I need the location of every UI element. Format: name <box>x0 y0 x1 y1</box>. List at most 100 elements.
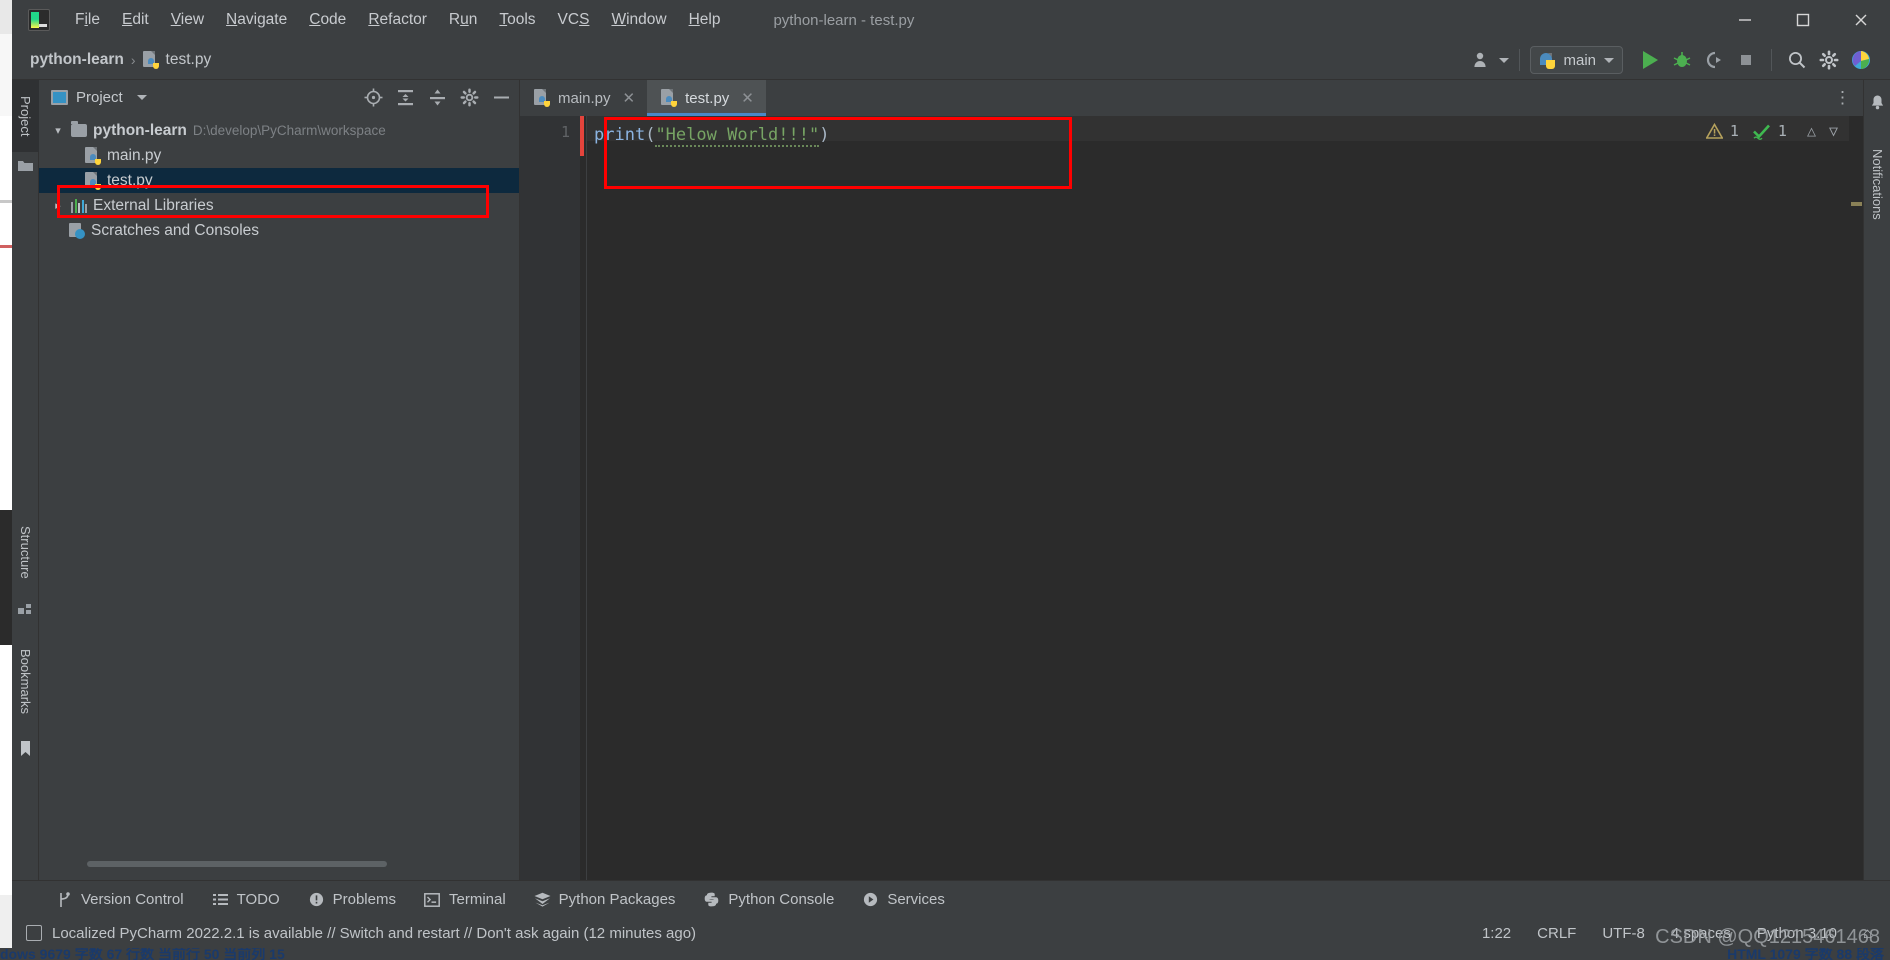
sidebar-item-notifications[interactable]: Notifications <box>1864 120 1890 248</box>
bottom-item-label: Python Console <box>728 891 835 908</box>
panel-settings-gear-icon[interactable] <box>458 86 480 108</box>
python-icon <box>1539 51 1556 69</box>
bottom-item-services[interactable]: Services <box>848 891 959 908</box>
breadcrumb-project[interactable]: python-learn <box>30 51 124 69</box>
collapse-all-icon[interactable] <box>426 86 448 108</box>
chevron-down-icon[interactable] <box>1604 57 1614 63</box>
chevron-up-icon[interactable]: △ <box>1804 122 1819 140</box>
menu-item-edit[interactable]: Edit <box>111 7 160 33</box>
editor-marker-bar[interactable] <box>1849 116 1863 880</box>
colored-sphere-icon[interactable] <box>1846 45 1876 75</box>
project-window-icon <box>51 89 68 105</box>
python-file-icon <box>142 50 159 69</box>
run-configuration-selector[interactable]: main <box>1530 46 1623 74</box>
user-account-icon[interactable] <box>1467 45 1497 75</box>
cut-off-left-text: dows 9679 字数 67 行数 当前行 50 当前列 15 <box>0 948 285 960</box>
file-encoding[interactable]: UTF-8 <box>1602 925 1645 942</box>
bottom-item-python-packages[interactable]: Python Packages <box>520 891 690 908</box>
run-with-coverage-button[interactable] <box>1699 45 1729 75</box>
right-tool-strip: Notifications <box>1863 80 1890 880</box>
main-menu: File Edit View Navigate Code Refactor Ru… <box>64 7 731 33</box>
gear-icon[interactable] <box>1814 45 1844 75</box>
close-icon[interactable]: ✕ <box>741 89 754 107</box>
close-icon[interactable]: ✕ <box>623 89 636 107</box>
watermark: CSDN @QQ1215461468 <box>1655 926 1880 948</box>
project-panel-horizontal-scrollbar[interactable] <box>87 861 387 867</box>
bottom-item-problems[interactable]: Problems <box>294 891 410 908</box>
maximize-icon[interactable] <box>1774 0 1832 40</box>
python-file-icon <box>661 89 678 107</box>
minimize-icon[interactable] <box>1716 0 1774 40</box>
warning-marker[interactable] <box>1851 202 1862 206</box>
tree-row-main-py[interactable]: main.py <box>39 143 520 168</box>
sidebar-item-structure[interactable]: Structure <box>12 510 39 594</box>
tree-label: test.py <box>107 171 153 189</box>
line-number-gutter: 1 <box>520 116 580 880</box>
menu-item-refactor[interactable]: Refactor <box>357 7 438 33</box>
tab-main-py[interactable]: main.py ✕ <box>520 80 647 116</box>
sidebar-item-bookmarks[interactable]: Bookmarks <box>12 632 39 732</box>
search-icon[interactable] <box>1782 45 1812 75</box>
cut-off-right-text: HTML 1079 字数 88 段落 <box>1727 948 1884 960</box>
close-icon[interactable] <box>1832 0 1890 40</box>
status-message[interactable]: Localized PyCharm 2022.2.1 is available … <box>52 925 696 942</box>
minus-icon[interactable] <box>490 86 512 108</box>
project-panel-header: Project <box>39 80 520 114</box>
menu-item-help[interactable]: Help <box>678 7 732 33</box>
project-tool-window: Project ▾ python-learn D:\develop\PyChar… <box>39 80 520 880</box>
chevron-down-icon[interactable]: ▾ <box>51 124 65 137</box>
libraries-icon <box>71 198 87 213</box>
tree-row-test-py[interactable]: test.py <box>39 168 520 193</box>
tree-row-external-libraries[interactable]: ▸ External Libraries <box>39 193 520 218</box>
list-icon <box>212 891 229 908</box>
stop-button[interactable] <box>1731 45 1761 75</box>
chevron-down-icon[interactable]: ▽ <box>1826 122 1841 140</box>
bottom-item-python-console[interactable]: Python Console <box>689 891 848 908</box>
menu-item-navigate[interactable]: Navigate <box>215 7 298 33</box>
menu-item-vcs[interactable]: VCS <box>547 7 601 33</box>
menu-item-tools[interactable]: Tools <box>488 7 546 33</box>
bottom-item-todo[interactable]: TODO <box>198 891 294 908</box>
bottom-item-terminal[interactable]: Terminal <box>410 891 520 908</box>
caret-position[interactable]: 1:22 <box>1482 925 1511 942</box>
account-chevron-down-icon[interactable] <box>1499 57 1510 63</box>
editor-area: main.py ✕ test.py ✕ ⋮ 1 print("Helow Wor… <box>520 80 1863 880</box>
tab-label: test.py <box>685 89 730 107</box>
line-separator[interactable]: CRLF <box>1537 925 1576 942</box>
target-crosshair-icon[interactable] <box>362 86 384 108</box>
debug-button[interactable] <box>1667 45 1697 75</box>
code-paren-open: ( <box>645 125 656 145</box>
menu-item-code[interactable]: Code <box>298 7 357 33</box>
python-icon <box>703 891 720 908</box>
menu-item-view[interactable]: View <box>160 7 215 33</box>
breadcrumb-separator: › <box>130 51 136 68</box>
editor-body[interactable]: 1 print("Helow World!!!") 1 1 △ ▽ <box>520 116 1863 880</box>
message-icon[interactable] <box>26 925 42 941</box>
structure-icon <box>17 600 34 617</box>
tree-row-python-learn[interactable]: ▾ python-learn D:\develop\PyCharm\worksp… <box>39 118 520 143</box>
tree-label: main.py <box>107 146 162 164</box>
bottom-item-label: Version Control <box>81 891 184 908</box>
warning-count: 1 <box>1729 122 1739 140</box>
gutter-separator <box>586 116 587 880</box>
expand-all-icon[interactable] <box>394 86 416 108</box>
modified-line-marker <box>580 116 584 156</box>
chevron-right-icon[interactable]: ▸ <box>51 199 65 212</box>
more-vertical-icon[interactable]: ⋮ <box>1834 80 1863 116</box>
code-line-1[interactable]: print("Helow World!!!") <box>594 123 829 148</box>
inspection-widget[interactable]: 1 1 △ ▽ <box>1705 122 1841 140</box>
menu-item-window[interactable]: Window <box>600 7 677 33</box>
python-file-icon <box>85 171 101 190</box>
breadcrumb-file[interactable]: test.py <box>166 51 212 69</box>
chevron-down-icon[interactable] <box>136 94 147 100</box>
bell-icon <box>1869 94 1886 111</box>
checkmark-icon <box>1752 123 1771 140</box>
bottom-item-version-control[interactable]: Version Control <box>42 891 198 908</box>
menu-item-file[interactable]: File <box>64 7 111 33</box>
tab-test-py[interactable]: test.py ✕ <box>647 80 766 116</box>
run-button[interactable] <box>1635 45 1665 75</box>
sidebar-item-project[interactable]: Project <box>12 80 39 152</box>
menu-item-run[interactable]: Run <box>438 7 488 33</box>
tree-row-scratches-and-consoles[interactable]: Scratches and Consoles <box>39 218 520 243</box>
project-panel-header-icons <box>362 86 512 108</box>
